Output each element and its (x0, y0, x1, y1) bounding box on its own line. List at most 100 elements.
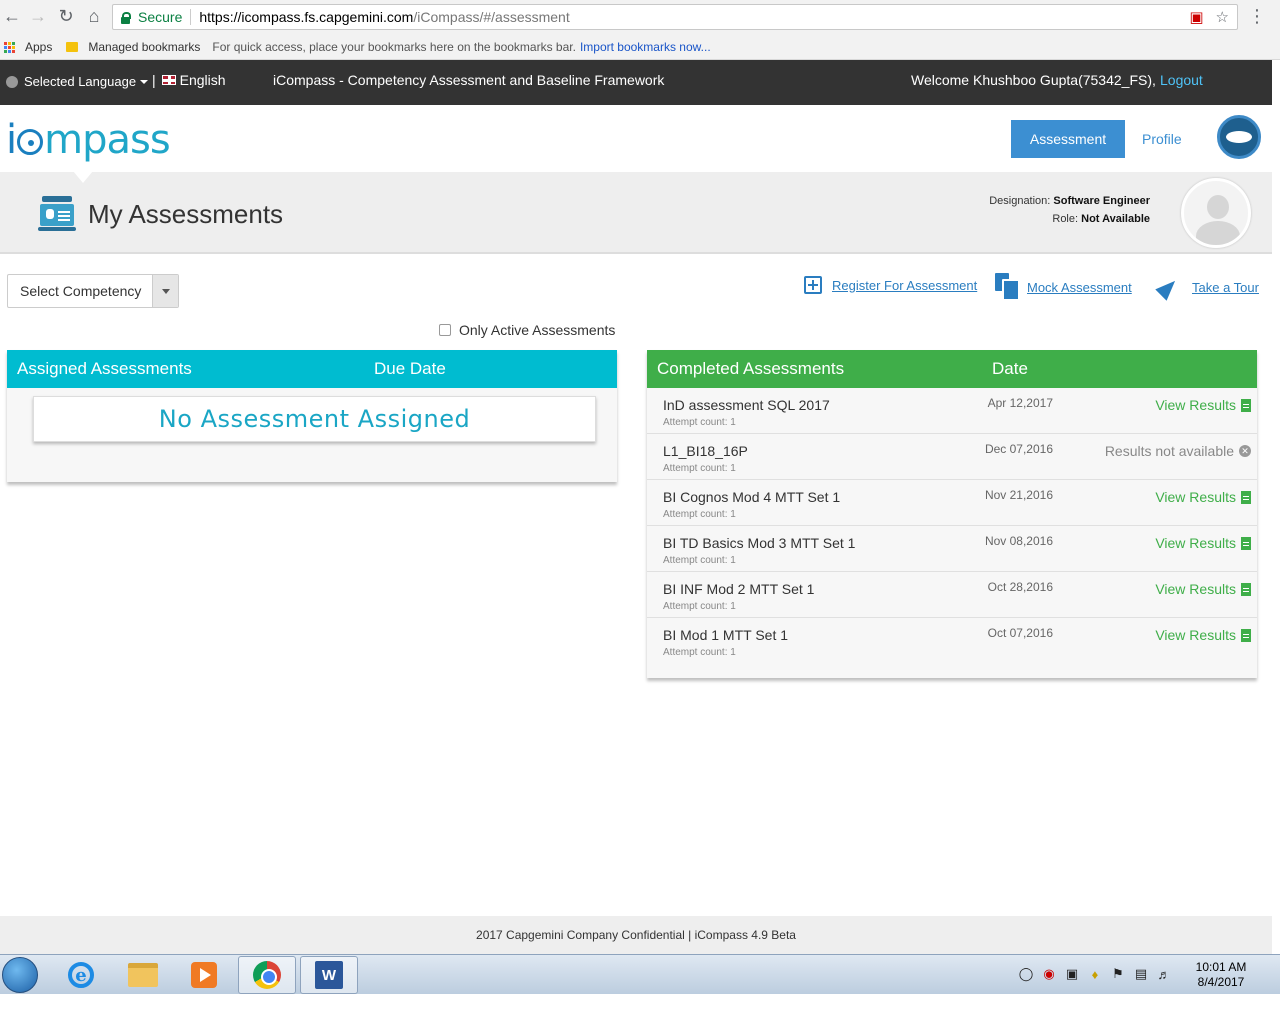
assigned-header: Assigned Assessments Due Date (7, 350, 617, 388)
file-explorer-icon[interactable] (114, 956, 172, 994)
role-label: Role: (1052, 213, 1079, 225)
import-bookmarks-link[interactable]: Import bookmarks now... (580, 40, 711, 54)
plus-box-icon (804, 276, 822, 294)
back-arrow-icon[interactable]: ← (0, 4, 24, 28)
folder-icon (66, 42, 79, 52)
only-active-filter[interactable]: Only Active Assessments (439, 322, 615, 338)
start-button-icon[interactable] (2, 957, 38, 993)
language-selector[interactable]: Selected Language (6, 74, 149, 89)
system-tray: ◯ ◉ ▣ ♦ ⚑ ▤ ♬ (1018, 966, 1172, 982)
take-tour-link[interactable]: Take a Tour (1155, 275, 1259, 301)
emblem-logo-icon (1217, 115, 1261, 159)
windows-taskbar: e W ◯ ◉ ▣ ♦ ⚑ ▤ ♬ 10:01 AM 8/4/2017 (0, 954, 1280, 994)
close-circle-icon: ✕ (1239, 445, 1251, 457)
app-title: iCompass - Competency Assessment and Bas… (273, 72, 665, 88)
assessment-date: Dec 07,2016 (984, 442, 1053, 456)
assessment-date: Apr 12,2017 (987, 396, 1053, 410)
shield-icon[interactable]: ♦ (1087, 966, 1103, 982)
competency-select[interactable]: Select Competency (7, 274, 179, 308)
antivirus-icon[interactable]: ◉ (1041, 966, 1057, 982)
only-active-label: Only Active Assessments (459, 322, 616, 338)
url-host: https://icompass.fs.capgemini.com (199, 9, 414, 25)
language-label: Selected Language (24, 74, 137, 89)
chrome-icon[interactable] (238, 956, 296, 994)
table-row: BI Mod 1 MTT Set 1 Attempt count: 1 Oct … (647, 618, 1257, 664)
word-icon[interactable]: W (300, 956, 358, 994)
home-icon[interactable]: ⌂ (82, 4, 106, 28)
forward-arrow-icon[interactable]: → (26, 4, 50, 28)
address-bar[interactable]: Secure https://icompass.fs.capgemini.com… (112, 4, 1238, 30)
internet-explorer-icon[interactable]: e (52, 956, 110, 994)
document-icon (1241, 582, 1251, 596)
system-clock[interactable]: 10:01 AM 8/4/2017 (1186, 960, 1256, 990)
register-assessment-link[interactable]: Register For Assessment (804, 276, 977, 294)
action-center-flag-icon[interactable]: ⚑ (1110, 966, 1126, 982)
assigned-title: Assigned Assessments (17, 359, 192, 378)
divider: | (152, 72, 156, 88)
assessment-name: BI INF Mod 2 MTT Set 1 (663, 581, 815, 597)
results-status-label: Results not available (1104, 443, 1234, 459)
completed-header: Completed Assessments Date (647, 350, 1257, 388)
network-icon[interactable]: ▤ (1133, 966, 1149, 982)
avatar[interactable] (1181, 178, 1251, 248)
assessment-date: Nov 21,2016 (984, 488, 1053, 502)
apps-link[interactable]: Apps (25, 40, 52, 54)
apps-grid-icon[interactable] (4, 41, 15, 53)
tour-label: Take a Tour (1192, 279, 1259, 295)
mock-label: Mock Assessment (1027, 279, 1132, 295)
chevron-down-icon (152, 275, 178, 307)
view-results-link[interactable]: View Results (1155, 397, 1251, 413)
user-silhouette-icon (1207, 195, 1229, 219)
reload-icon[interactable]: ↻ (54, 4, 78, 28)
assessment-button[interactable]: Assessment (1011, 120, 1125, 158)
assessment-id-card-icon (38, 196, 76, 232)
banner-notch (73, 171, 93, 183)
document-icon (1241, 490, 1251, 504)
completed-title: Completed Assessments (657, 359, 845, 378)
competency-select-label: Select Competency (20, 283, 142, 299)
sync-icon[interactable]: ◯ (1018, 966, 1034, 982)
volume-icon[interactable]: ♬ (1156, 966, 1172, 982)
logout-link[interactable]: Logout (1160, 72, 1203, 88)
view-results-link[interactable]: View Results (1155, 627, 1251, 643)
attempt-count: Attempt count: 1 (663, 555, 736, 566)
role-value: Not Available (1081, 213, 1150, 225)
page-banner: My Assessments Designation: Software Eng… (0, 171, 1272, 254)
clock-time: 10:01 AM (1195, 960, 1247, 974)
url-path: /iCompass/#/assessment (413, 9, 570, 25)
table-row: BI TD Basics Mod 3 MTT Set 1 Attempt cou… (647, 526, 1257, 572)
blocked-popup-icon[interactable]: ▣ (1189, 8, 1203, 26)
user-details: Designation: Software Engineer Role: Not… (989, 192, 1150, 228)
monitor-icon[interactable]: ▣ (1064, 966, 1080, 982)
profile-link[interactable]: Profile (1142, 131, 1182, 147)
attempt-count: Attempt count: 1 (663, 647, 736, 658)
navigation-arrow-icon (1155, 275, 1181, 301)
chevron-down-icon (140, 79, 149, 84)
managed-bookmarks-link[interactable]: Managed bookmarks (88, 40, 200, 54)
language-value: English (179, 72, 226, 88)
app-topbar: Selected Language | English iCompass - C… (0, 60, 1272, 105)
view-results-link[interactable]: View Results (1155, 535, 1251, 551)
only-active-checkbox[interactable] (439, 324, 451, 336)
table-row: L1_BI18_16P Attempt count: 1 Dec 07,2016… (647, 434, 1257, 480)
view-results-label: View Results (1155, 627, 1236, 643)
view-results-label: View Results (1155, 581, 1236, 597)
assessment-name: BI Mod 1 MTT Set 1 (663, 627, 789, 643)
document-icon (1241, 398, 1251, 412)
view-results-link[interactable]: View Results (1155, 489, 1251, 505)
empty-state-message: No Assessment Assigned (33, 396, 596, 442)
current-language[interactable]: | English (152, 72, 226, 88)
browser-menu-icon[interactable]: ⋮ (1248, 6, 1266, 27)
secure-indicator[interactable]: Secure (113, 9, 182, 25)
attempt-count: Attempt count: 1 (663, 417, 736, 428)
view-results-link[interactable]: View Results (1155, 581, 1251, 597)
designation-label: Designation: (989, 195, 1051, 207)
assessment-name: InD assessment SQL 2017 (663, 397, 830, 413)
logo-letter: i (6, 117, 17, 163)
bookmark-star-icon[interactable]: ☆ (1216, 8, 1229, 26)
media-player-icon[interactable] (175, 956, 233, 994)
bookmarks-hint: For quick access, place your bookmarks h… (212, 40, 576, 54)
mock-assessment-link[interactable]: Mock Assessment (995, 273, 1132, 301)
icompass-logo[interactable]: i mpass (6, 117, 171, 163)
table-row: BI INF Mod 2 MTT Set 1 Attempt count: 1 … (647, 572, 1257, 618)
